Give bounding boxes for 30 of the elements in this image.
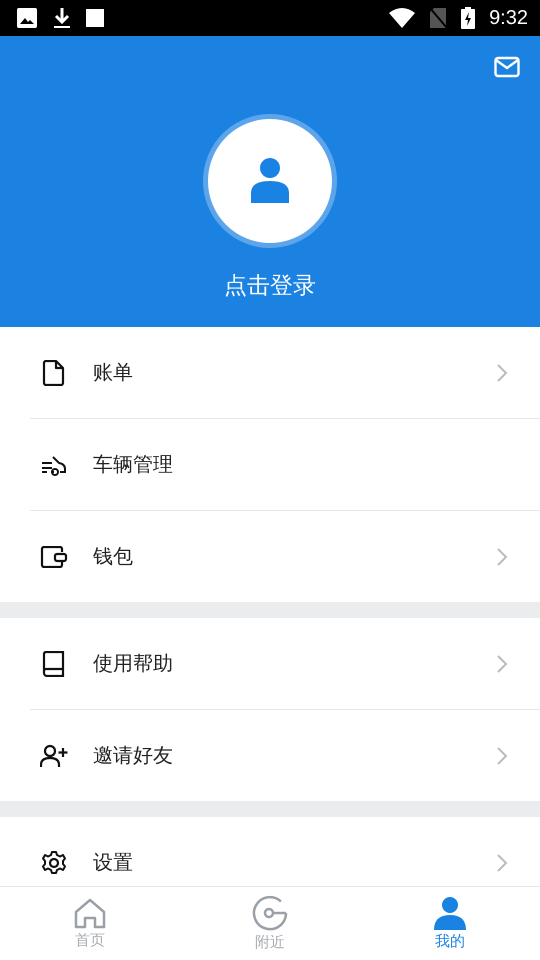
person-icon: [433, 896, 467, 930]
person-add-icon: [40, 744, 68, 768]
home-icon: [73, 897, 107, 929]
image-icon: [16, 7, 38, 29]
wallet-icon: [40, 546, 68, 568]
battery-charging-icon: [461, 7, 476, 29]
menu-label: 账单: [93, 359, 134, 386]
menu-label: 邀请好友: [93, 742, 174, 769]
login-link[interactable]: 点击登录: [220, 266, 320, 305]
mail-icon[interactable]: [494, 56, 520, 78]
menu-item[interactable]: 车辆管理: [0, 419, 540, 510]
square-icon: [86, 9, 104, 27]
car-icon: [40, 454, 68, 476]
no-sim-icon: [429, 7, 448, 29]
menu-item[interactable]: 钱包: [0, 511, 540, 602]
download-icon: [52, 7, 72, 29]
nav-tab[interactable]: 我的: [360, 887, 540, 960]
menu-item[interactable]: 使用帮助: [0, 618, 540, 709]
target-icon: [252, 895, 288, 931]
menu-item[interactable]: 邀请好友: [0, 710, 540, 801]
menu-label: 设置: [93, 849, 134, 876]
menu-label: 车辆管理: [93, 451, 174, 478]
menu-label: 钱包: [93, 543, 134, 570]
clock-time: 9:32: [489, 6, 528, 30]
menu-item[interactable]: 设置: [0, 817, 540, 886]
settings-icon: [40, 850, 68, 876]
menu-item[interactable]: 账单: [0, 327, 540, 418]
wifi-icon: [389, 8, 416, 28]
menu-label: 使用帮助: [93, 650, 174, 677]
person-icon: [249, 157, 291, 205]
